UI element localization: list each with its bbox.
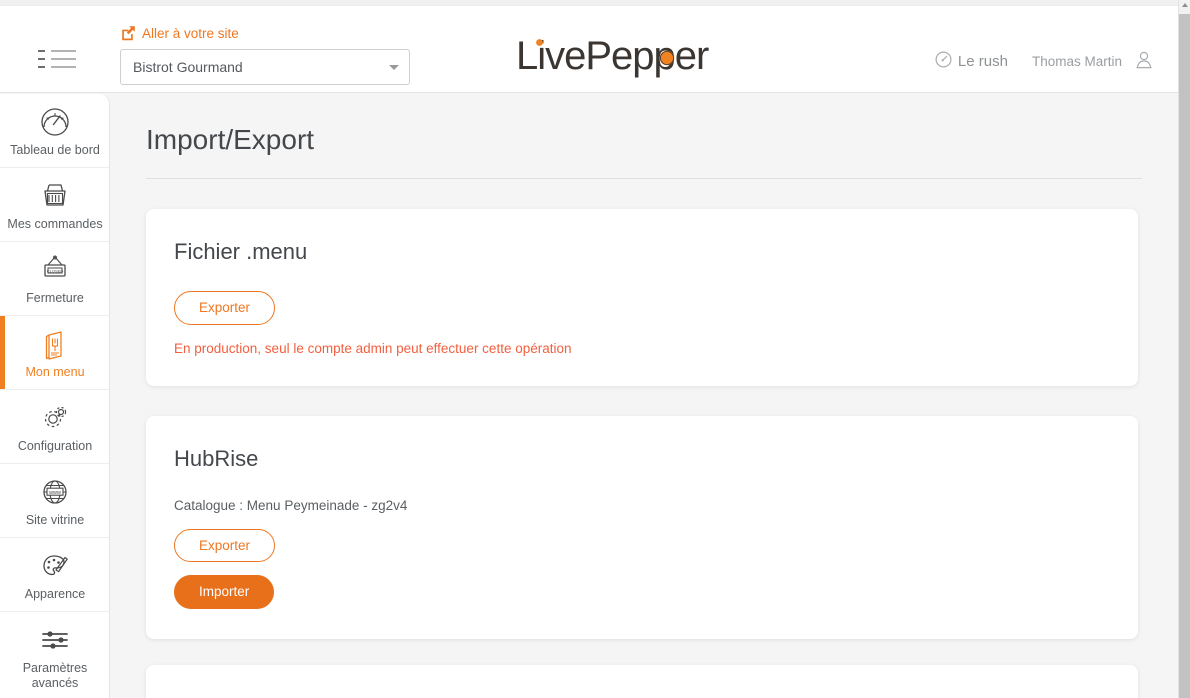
sidebar: Tableau de bord Mes commandes CLOSED Fer…: [0, 94, 110, 698]
sidebar-label: Tableau de bord: [10, 143, 100, 157]
speedometer-icon: [935, 51, 952, 72]
go-to-site-label: Aller à votre site: [142, 25, 239, 41]
card-hubrise: HubRise Catalogue : Menu Peymeinade - zg…: [146, 415, 1138, 639]
palette-brush-icon: [4, 548, 106, 584]
logo-wordmark: LivePepper: [516, 34, 710, 78]
app-window: Aller à votre site Bistrot Gourmand Live…: [0, 0, 1190, 698]
sidebar-item-tableau-de-bord[interactable]: Tableau de bord: [0, 94, 109, 168]
le-rush-button[interactable]: Le rush: [935, 51, 1008, 72]
header-right-group: Le rush Thomas Martin: [935, 50, 1154, 73]
globe-www-icon: www: [4, 474, 106, 510]
external-link-icon: [120, 25, 136, 41]
hubrise-export-row: Exporter: [174, 528, 1110, 562]
sidebar-item-configuration[interactable]: Configuration: [0, 390, 109, 464]
menu-row: [38, 58, 76, 60]
dashboard-gauge-icon: [4, 104, 106, 140]
closed-sign-icon: CLOSED: [4, 252, 106, 288]
page-title: Import/Export: [146, 124, 315, 155]
menu-row: [38, 50, 76, 52]
card-fichier-menu: Fichier .menu Exporter En production, se…: [146, 209, 1138, 386]
title-divider: [146, 178, 1142, 179]
card-title: Fichier .menu: [174, 239, 308, 264]
production-warning-text: En production, seul le compte admin peut…: [174, 340, 572, 356]
shop-select-value: Bistrot Gourmand: [133, 59, 243, 75]
sidebar-item-apparence[interactable]: Apparence: [0, 538, 109, 612]
sidebar-label: Mes commandes: [7, 217, 103, 231]
basket-icon: [4, 178, 106, 214]
sidebar-label: Paramètres avancés: [22, 661, 88, 690]
export-menu-file-button[interactable]: Exporter: [174, 291, 276, 325]
card-title: HubRise: [174, 445, 259, 471]
sidebar-item-parametres-avances[interactable]: Paramètres avancés: [0, 612, 109, 698]
svg-text:www: www: [48, 490, 61, 496]
sliders-icon: [4, 622, 106, 658]
menu-card-icon: [4, 326, 106, 362]
hubrise-catalogue-text: Catalogue : Menu Peymeinade - zg2v4: [174, 497, 408, 513]
scrollbar-thumb[interactable]: [1179, 14, 1190, 698]
user-name: Thomas Martin: [1031, 54, 1122, 69]
svg-text:LivePepper: LivePepper: [516, 35, 709, 78]
card-next-partial: [146, 664, 1138, 698]
sidebar-label: Mon menu: [25, 365, 85, 379]
sidebar-item-mon-menu[interactable]: Mon menu: [0, 316, 109, 390]
shop-select[interactable]: Bistrot Gourmand: [120, 49, 410, 85]
le-rush-label: Le rush: [957, 53, 1008, 70]
sidebar-label: Apparence: [24, 587, 86, 601]
list-menu-icon[interactable]: [38, 50, 76, 72]
page-scrollbar[interactable]: [1178, 0, 1190, 698]
gears-icon: [4, 400, 106, 436]
go-to-site-link[interactable]: Aller à votre site: [120, 25, 239, 41]
svg-text:CLOSED: CLOSED: [47, 268, 64, 273]
sidebar-label: Configuration: [17, 439, 93, 453]
menu-row: [38, 66, 76, 68]
user-avatar-icon: [1134, 50, 1154, 73]
import-hubrise-button[interactable]: Importer: [174, 575, 275, 609]
sidebar-item-site-vitrine[interactable]: www Site vitrine: [0, 464, 109, 538]
scroll-up-arrow-icon[interactable]: [1182, 3, 1188, 7]
app-header: Aller à votre site Bistrot Gourmand Live…: [0, 6, 1178, 93]
sidebar-label: Fermeture: [26, 291, 84, 305]
user-menu[interactable]: Thomas Martin: [1032, 50, 1154, 73]
sidebar-label: Site vitrine: [25, 513, 85, 527]
chevron-down-icon: [389, 64, 399, 70]
sidebar-item-mes-commandes[interactable]: Mes commandes: [0, 168, 109, 242]
livepepper-logo: LivePepper: [516, 34, 724, 91]
main-content: Import/Export Fichier .menu Exporter En …: [110, 94, 1178, 698]
export-hubrise-button[interactable]: Exporter: [174, 528, 276, 562]
hubrise-import-row: Importer: [174, 562, 1110, 609]
sidebar-item-fermeture[interactable]: CLOSED Fermeture: [0, 242, 109, 316]
